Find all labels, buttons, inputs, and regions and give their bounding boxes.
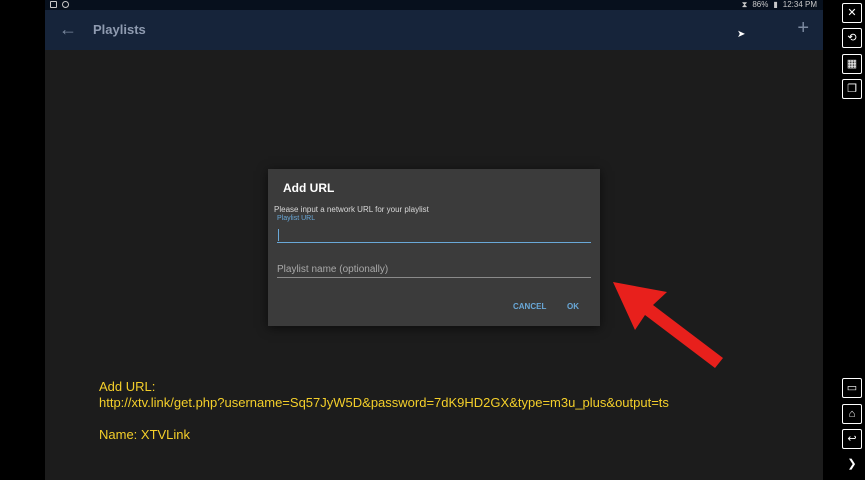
red-arrow-icon	[613, 282, 723, 368]
page-title: Playlists	[93, 22, 146, 37]
rotate-icon[interactable]: ⟲	[842, 28, 862, 48]
overlay-name-text: Name: XTVLink	[99, 427, 191, 442]
hourglass-icon: ⧗	[741, 0, 748, 9]
playlist-url-label: Playlist URL	[277, 215, 316, 222]
cancel-button[interactable]: CANCEL	[510, 300, 549, 313]
blocked-icon	[62, 1, 69, 8]
screenshot-icon[interactable]: ▦	[842, 54, 862, 74]
status-notifications	[50, 0, 69, 8]
mouse-cursor-icon: ➤	[737, 29, 746, 40]
playlist-url-input[interactable]	[277, 227, 591, 243]
home-icon[interactable]: ⌂	[842, 404, 862, 424]
overlay-url-text: http://xtv.link/get.php?username=Sq57JyW…	[99, 395, 669, 410]
app-bar: ← Playlists ➤ +	[45, 10, 823, 50]
text-caret	[278, 229, 279, 241]
left-letterbox	[0, 0, 45, 480]
recent-apps-icon[interactable]: ▭	[842, 378, 862, 398]
arrow-left-icon[interactable]: ←	[59, 19, 77, 39]
ok-button[interactable]: OK	[564, 300, 582, 313]
back-icon[interactable]: ↩	[842, 429, 862, 449]
fullscreen-exit-icon[interactable]: ✕	[842, 3, 862, 23]
plus-icon[interactable]: +	[797, 18, 809, 38]
clock: 12:34 PM	[782, 0, 817, 9]
overlay-add-url-label: Add URL:	[99, 379, 156, 394]
status-bar: ⧗ 86% ▮ 12:34 PM	[45, 0, 823, 10]
chevron-right-icon[interactable]: ❯	[842, 455, 862, 475]
dialog-title: Add URL	[283, 181, 335, 195]
dialog-message: Please input a network URL for your play…	[274, 205, 429, 214]
emulator-toolbar: ✕ ⟲ ▦ ❐ ▭ ⌂ ↩ ❯	[823, 0, 865, 480]
status-right: ⧗ 86% ▮ 12:34 PM	[742, 0, 817, 10]
battery-icon: ▮	[773, 0, 778, 9]
playlist-name-input[interactable]	[277, 261, 591, 278]
window-icon[interactable]: ❐	[842, 79, 862, 99]
device-screen: ⧗ 86% ▮ 12:34 PM ← Playlists ➤ + Add URL…	[45, 0, 823, 480]
add-url-dialog: Add URL Please input a network URL for y…	[268, 169, 600, 326]
battery-level: 86%	[752, 0, 769, 9]
notification-icon	[50, 1, 57, 8]
